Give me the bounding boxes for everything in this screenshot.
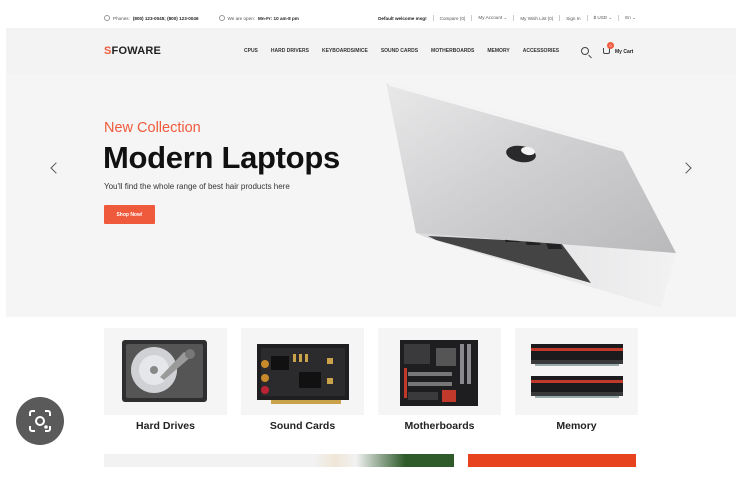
hours-prefix: We are open: — [227, 15, 256, 21]
main-nav: CPUS HARD DRIVERS KEYBOARDS/MICE SOUND C… — [244, 48, 559, 54]
site-logo[interactable]: SFOWARE — [104, 45, 161, 57]
site-header: SFOWARE CPUS HARD DRIVERS KEYBOARDS/MICE… — [6, 28, 736, 74]
nav-item-hard-drivers[interactable]: HARD DRIVERS — [271, 48, 309, 54]
category-label-sound-cards[interactable]: Sound Cards — [241, 420, 364, 432]
account-label: My Account — [478, 15, 503, 20]
divider — [618, 15, 620, 21]
welcome-message: Default welcome msg! — [378, 15, 427, 21]
nav-item-keyboards-mice[interactable]: KEYBOARDS/MICE — [322, 48, 368, 54]
top-bar: Phones: (800) 123-0045; (800) 123-0046 W… — [6, 8, 736, 28]
divider — [471, 15, 473, 21]
top-links: Default welcome msg! Compare (0) My Acco… — [378, 15, 636, 21]
chevron-down-icon: ⌄ — [608, 15, 613, 20]
lens-search-button[interactable] — [16, 397, 64, 445]
category-card-hard-drives[interactable] — [104, 328, 227, 415]
currency-dropdown[interactable]: $ USD ⌄ — [594, 15, 613, 21]
chevron-right-icon[interactable] — [680, 162, 692, 174]
cart-count-badge: 0 — [607, 42, 614, 49]
cart-label[interactable]: My Cart — [615, 49, 633, 55]
category-card-sound-cards[interactable] — [241, 328, 364, 415]
camera-search-icon — [29, 410, 51, 432]
page: Phones: (800) 123-0045; (800) 123-0046 W… — [0, 0, 742, 477]
divider — [559, 15, 561, 21]
sound-card-icon — [257, 344, 349, 404]
nav-item-accessories[interactable]: ACCESSORIES — [523, 48, 559, 54]
account-dropdown[interactable]: My Account ⌄ — [478, 15, 507, 21]
opening-hours: Mn-Fr: 10 am-8 pm — [258, 15, 299, 21]
nav-item-motherboards[interactable]: MOTHERBOARDS — [431, 48, 474, 54]
hero-title: Modern Laptops — [103, 140, 340, 175]
phone-prefix: Phones: — [113, 15, 130, 21]
category-label-motherboards[interactable]: Motherboards — [378, 420, 501, 432]
hero-slider: New Collection Modern Laptops You'll fin… — [6, 74, 736, 317]
promo-banner[interactable] — [468, 454, 636, 467]
language-label: En — [625, 15, 631, 20]
promo-banner[interactable] — [104, 454, 454, 467]
signin-link[interactable]: Sign In — [566, 16, 580, 21]
phone-numbers: (800) 123-0045; (800) 123-0046 — [132, 15, 199, 21]
divider — [432, 15, 434, 21]
chevron-left-icon[interactable] — [50, 162, 62, 174]
clock-icon — [218, 15, 225, 21]
hero-subtitle: New Collection — [104, 120, 201, 136]
motherboard-icon — [400, 340, 478, 406]
nav-item-memory[interactable]: MEMORY — [487, 48, 509, 54]
category-card-motherboards[interactable] — [378, 328, 501, 415]
laptop-image — [386, 82, 676, 308]
category-section: Hard Drives Sound Cards Motherboards Mem… — [6, 317, 736, 467]
phone-icon — [104, 15, 110, 21]
hard-drive-icon — [122, 340, 207, 402]
category-label-memory[interactable]: Memory — [515, 420, 638, 432]
category-card-memory[interactable] — [515, 328, 638, 415]
divider — [513, 15, 515, 21]
contact-info: Phones: (800) 123-0045; (800) 123-0046 W… — [104, 15, 299, 21]
chevron-down-icon: ⌄ — [632, 15, 636, 20]
compare-link[interactable]: Compare (0) — [440, 16, 466, 21]
divider — [586, 15, 588, 21]
language-dropdown[interactable]: En ⌄ — [625, 15, 636, 21]
logo-initial: S — [104, 45, 112, 57]
wishlist-link[interactable]: My Wish List (0) — [520, 16, 553, 21]
logo-text: FOWARE — [111, 45, 162, 57]
hero-description: You'll find the whole range of best hair… — [104, 182, 290, 191]
nav-item-cpus[interactable]: CPUS — [244, 48, 258, 54]
shop-now-button[interactable]: Shop Now! — [104, 205, 155, 224]
nav-item-sound-cards[interactable]: SOUND CARDS — [381, 48, 418, 54]
chevron-down-icon: ⌄ — [503, 15, 508, 20]
currency-label: $ USD — [593, 15, 608, 20]
search-icon[interactable] — [581, 47, 589, 55]
memory-icon — [531, 344, 623, 398]
category-label-hard-drives[interactable]: Hard Drives — [104, 420, 227, 432]
